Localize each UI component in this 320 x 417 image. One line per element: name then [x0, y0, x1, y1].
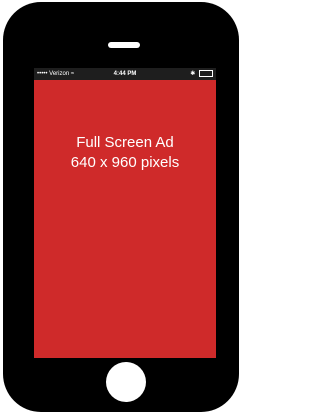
status-bar: ••••• Verizon ≈ 4:44 PM ✱: [34, 68, 216, 80]
full-screen-ad[interactable]: Full Screen Ad 640 x 960 pixels: [34, 80, 216, 358]
speaker-grille: [108, 42, 140, 48]
home-button[interactable]: [106, 362, 146, 402]
status-right: ✱: [190, 68, 213, 80]
ad-dimensions: 640 x 960 pixels: [70, 154, 180, 171]
bluetooth-icon: ✱: [190, 71, 196, 77]
ad-title: Full Screen Ad: [76, 134, 174, 151]
status-time: 4:44 PM: [113, 71, 137, 77]
battery-icon: [199, 69, 213, 77]
phone-screen: ••••• Verizon ≈ 4:44 PM ✱ Full Screen Ad…: [34, 68, 216, 358]
phone-frame: ••••• Verizon ≈ 4:44 PM ✱ Full Screen Ad…: [3, 2, 239, 412]
